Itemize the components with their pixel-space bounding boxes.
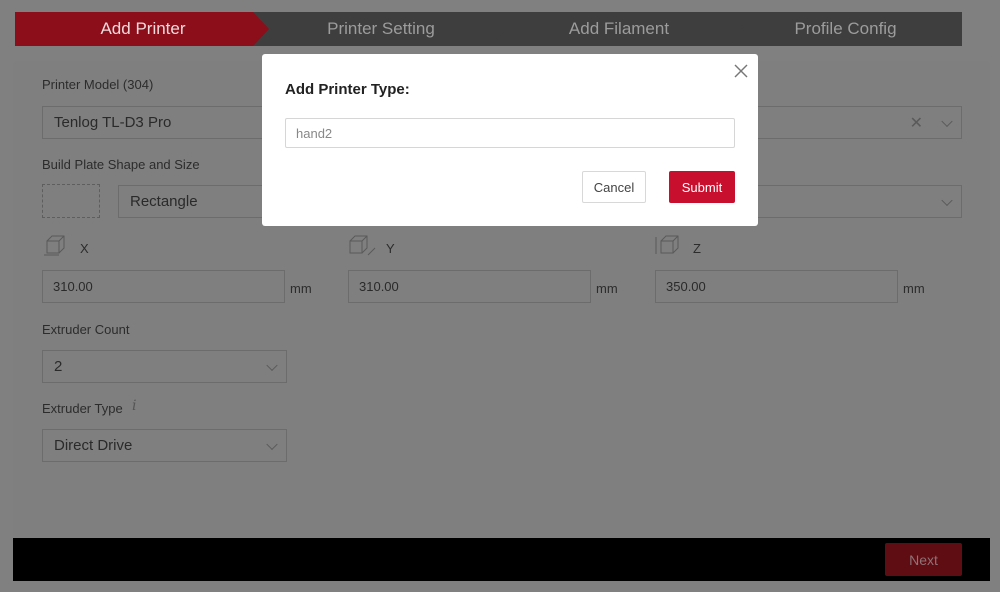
chevron-down-icon [941, 115, 953, 127]
chevron-down-icon [266, 359, 278, 371]
close-icon[interactable] [734, 64, 748, 78]
y-size-input[interactable]: 310.00 [348, 270, 591, 303]
dialog-title: Add Printer Type: [285, 81, 410, 98]
step-profile-config[interactable]: Profile Config [729, 12, 962, 46]
footer-bar: Next [13, 538, 990, 581]
add-printer-type-dialog: Add Printer Type: Cancel Submit [262, 54, 758, 226]
printer-type-input[interactable] [285, 118, 735, 148]
y-size-value: 310.00 [359, 279, 399, 294]
build-plate-shape-value: Rectangle [130, 193, 198, 210]
z-axis-label: Z [693, 241, 701, 256]
build-plate-preview [42, 184, 100, 218]
cancel-button[interactable]: Cancel [582, 171, 646, 203]
step-label: Profile Config [794, 19, 897, 38]
z-unit: mm [903, 281, 925, 296]
clear-icon[interactable]: ✕ [910, 113, 923, 133]
extruder-count-label: Extruder Count [42, 322, 130, 337]
x-size-input[interactable]: 310.00 [42, 270, 285, 303]
extruder-type-value: Direct Drive [54, 437, 133, 454]
x-axis-label: X [80, 241, 89, 256]
info-icon[interactable]: i [132, 398, 136, 414]
step-add-printer[interactable]: Add Printer [15, 12, 271, 46]
step-add-filament[interactable]: Add Filament [491, 12, 747, 46]
x-axis-cube-icon [44, 235, 65, 256]
y-axis-cube-icon [349, 235, 376, 256]
next-button[interactable]: Next [885, 543, 962, 576]
x-size-value: 310.00 [53, 279, 93, 294]
extruder-type-label: Extruder Type [42, 401, 123, 416]
z-axis-cube-icon [655, 235, 679, 254]
x-unit: mm [290, 281, 312, 296]
z-size-value: 350.00 [666, 279, 706, 294]
step-printer-setting[interactable]: Printer Setting [253, 12, 509, 46]
printer-model-value: Tenlog TL-D3 Pro [54, 114, 172, 131]
printer-model-label: Printer Model (304) [42, 77, 154, 92]
build-plate-label: Build Plate Shape and Size [42, 157, 200, 172]
chevron-down-icon [941, 194, 953, 206]
extruder-count-value: 2 [54, 358, 63, 375]
y-unit: mm [596, 281, 618, 296]
stepper: Add Printer Printer Setting Add Filament… [15, 12, 962, 46]
y-axis-label: Y [386, 241, 395, 256]
extruder-count-select[interactable]: 2 [42, 350, 287, 383]
extruder-type-select[interactable]: Direct Drive [42, 429, 287, 462]
chevron-down-icon [266, 438, 278, 450]
step-label: Printer Setting [327, 19, 435, 38]
z-size-input[interactable]: 350.00 [655, 270, 898, 303]
submit-button[interactable]: Submit [669, 171, 735, 203]
step-label: Add Printer [100, 19, 186, 38]
step-label: Add Filament [568, 19, 670, 38]
